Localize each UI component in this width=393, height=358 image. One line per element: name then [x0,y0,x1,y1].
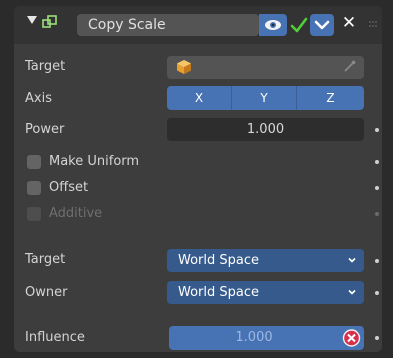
chevron-down-icon [348,289,356,295]
target-object-field[interactable] [167,56,364,79]
make-uniform-keyframe-dot[interactable] [375,160,379,164]
target-space-value: World Space [178,253,260,268]
power-keyframe-dot[interactable] [375,128,379,132]
chevron-down-icon [314,20,330,30]
drag-grip-icon[interactable] [368,14,378,34]
object-icon [177,60,191,74]
eye-icon [265,20,281,30]
target-label: Target [25,59,66,74]
influence-keyframe-dot[interactable] [375,336,379,340]
power-label: Power [25,122,65,137]
influence-slider[interactable]: 1.000 [169,326,339,350]
target-space-label: Target [25,252,66,267]
offset-keyframe-dot[interactable] [375,186,379,190]
make-uniform-checkbox[interactable] [27,155,41,169]
offset-checkbox[interactable] [27,181,41,195]
owner-space-label: Owner [25,285,68,300]
additive-label: Additive [49,206,103,221]
axis-x-toggle[interactable]: X [167,86,232,110]
enable-toggle[interactable] [289,14,309,36]
axis-z-toggle[interactable]: Z [297,86,364,110]
owner-space-dropdown[interactable]: World Space [167,281,364,304]
close-constraint-button[interactable]: ✕ [340,12,358,34]
influence-label: Influence [25,330,85,345]
owner-space-value: World Space [178,285,260,300]
target-space-keyframe-dot[interactable] [375,259,379,263]
make-uniform-label[interactable]: Make Uniform [49,154,139,169]
target-space-dropdown[interactable]: World Space [167,249,364,272]
checkmark-icon [290,17,308,33]
offset-label[interactable]: Offset [49,180,88,195]
copy-scale-constraint-icon [42,14,58,30]
axis-label: Axis [25,91,52,106]
constraint-name-field[interactable]: Copy Scale [77,14,259,36]
collapse-triangle-icon[interactable] [27,16,37,24]
disable-keep-transform-button[interactable] [339,326,364,350]
chevron-down-icon [348,257,356,263]
eyedropper-icon [344,60,356,72]
constraint-menu-button[interactable] [310,14,334,36]
owner-space-keyframe-dot[interactable] [375,291,379,295]
additive-checkbox [27,207,41,221]
power-field[interactable]: 1.000 [167,118,364,141]
additive-keyframe-dot [375,212,379,216]
disable-x-circle-icon [342,329,361,347]
visibility-toggle[interactable] [259,14,287,36]
axis-y-toggle[interactable]: Y [232,86,297,110]
